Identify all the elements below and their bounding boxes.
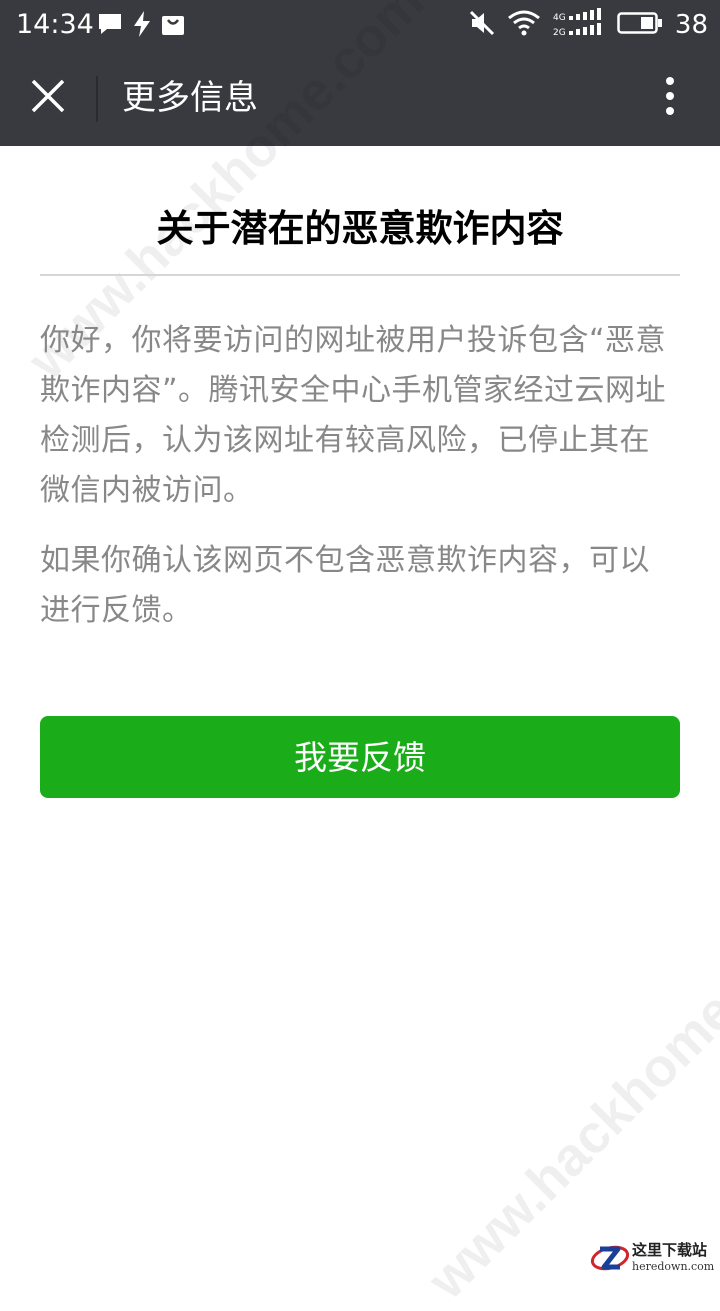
svg-text:2G: 2G <box>553 28 566 38</box>
system-status: 4G 2G 38 <box>469 8 708 42</box>
chat-notification-icon <box>96 11 124 41</box>
shopping-bag-icon <box>160 11 186 41</box>
mute-icon <box>469 9 495 41</box>
battery-icon <box>617 10 663 40</box>
warning-paragraph: 你好，你将要访问的网址被用户投诉包含“恶意欺诈内容”。腾讯安全中心手机管家经过云… <box>40 323 667 508</box>
more-options-button[interactable] <box>642 70 698 126</box>
svg-text:4G: 4G <box>553 13 566 23</box>
title-divider <box>96 76 98 122</box>
page-title: 更多信息 <box>122 78 258 118</box>
close-icon <box>30 78 66 118</box>
site-logo-icon <box>590 1240 630 1276</box>
title-bar: 更多信息 <box>0 50 720 146</box>
main-content: 关于潜在的恶意欺诈内容 你好，你将要访问的网址被用户投诉包含“恶意欺诈内容”。腾… <box>40 146 680 798</box>
battery-percentage: 38 <box>674 10 708 40</box>
flash-icon <box>132 10 152 42</box>
article-title: 关于潜在的恶意欺诈内容 <box>40 146 680 276</box>
feedback-button[interactable]: 我要反馈 <box>40 716 680 798</box>
notification-icons <box>96 10 186 42</box>
close-button[interactable] <box>16 66 80 130</box>
site-logo: 这里下载站 heredown.com <box>590 1240 715 1276</box>
site-logo-domain: heredown.com <box>632 1260 715 1273</box>
feedback-hint-paragraph: 如果你确认该网页不包含恶意欺诈内容，可以进行反馈。 <box>40 543 650 628</box>
wifi-icon <box>507 9 541 41</box>
cellular-signal-icon: 4G 2G <box>553 8 605 42</box>
more-vertical-icon <box>664 76 676 120</box>
site-logo-name: 这里下载站 <box>632 1241 708 1259</box>
status-time: 14:34 <box>16 9 94 40</box>
status-bar: 14:34 4G 2G 38 <box>0 0 720 50</box>
